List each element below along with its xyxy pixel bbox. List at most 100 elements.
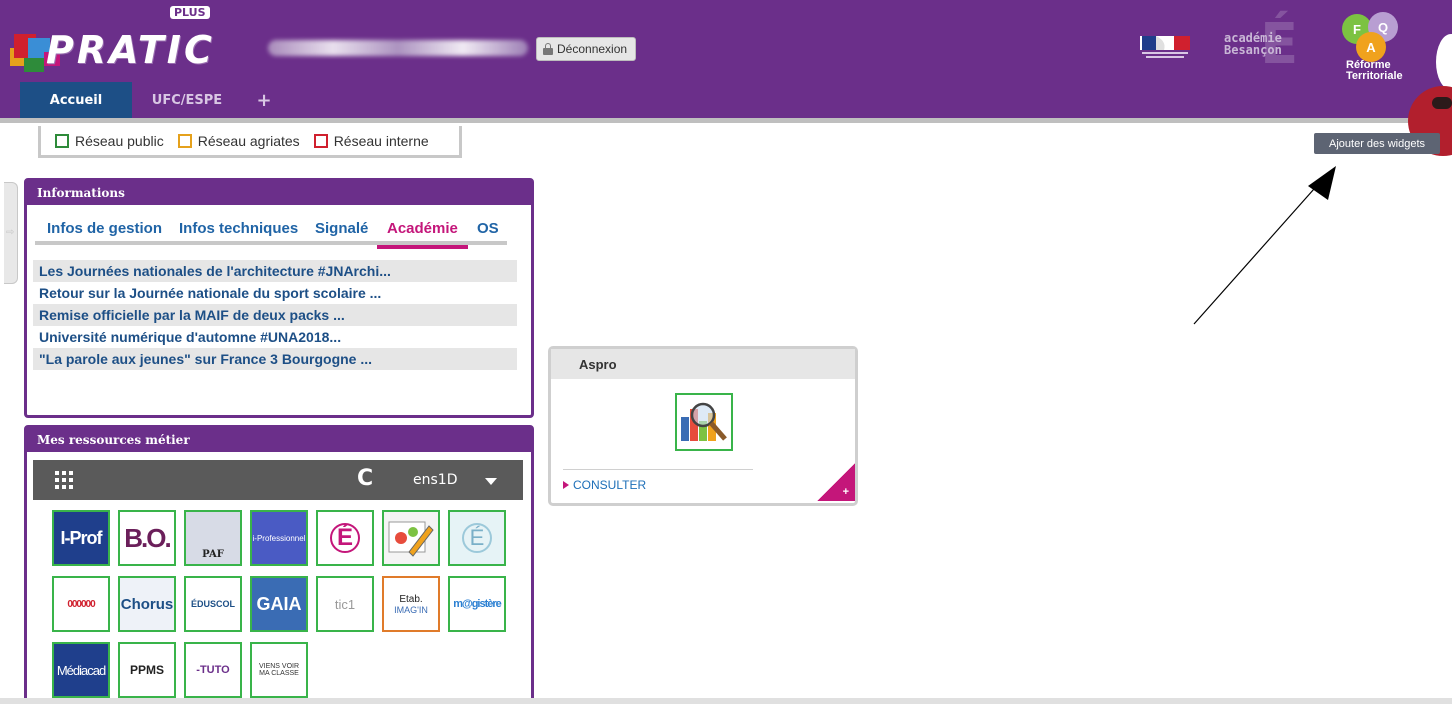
logout-label: Déconnexion	[557, 42, 628, 56]
profile-select[interactable]: ens1D	[413, 472, 457, 488]
legend-label: Réseau public	[75, 132, 164, 149]
legend-label: Réseau interne	[333, 132, 429, 149]
news-item[interactable]: Université numérique d'automne #UNA2018.…	[33, 326, 517, 348]
informations-title: Informations	[27, 181, 531, 205]
tile-bo[interactable]: B.O.	[118, 510, 176, 566]
chevron-down-icon[interactable]	[485, 478, 497, 485]
aspro-widget: Aspro CONSULTER +	[548, 346, 858, 506]
tile-label: É	[462, 523, 492, 553]
lock-icon	[543, 43, 553, 55]
tile-label: Médiacad	[56, 662, 106, 678]
header-divider	[0, 118, 1452, 123]
magnifier-icon	[681, 402, 727, 441]
tile-sublabel: IMAG'IN	[394, 604, 428, 615]
tab-ufc-espe-label: UFC/ESPE	[151, 92, 223, 108]
news-item[interactable]: Les Journées nationales de l'architectur…	[33, 260, 517, 282]
news-item[interactable]: Retour sur la Journée nationale du sport…	[33, 282, 517, 304]
tile-iprofessionnel[interactable]: i-Professionnel	[250, 510, 308, 566]
tab-accueil-label: Accueil	[49, 92, 103, 108]
ressources-title: Mes ressources métier	[27, 428, 531, 452]
tab-infos-gestion[interactable]: Infos de gestion	[47, 220, 162, 245]
side-panel-handle[interactable]: ⇨	[4, 182, 18, 284]
tile-paf[interactable]: PAF	[184, 510, 242, 566]
tile-label: B.O.	[124, 522, 171, 553]
academie-line2: Besançon	[1224, 43, 1282, 57]
informations-tabs: Infos de gestion Infos techniques Signal…	[35, 217, 507, 249]
tile-label: VIENS VOIR	[258, 663, 300, 670]
tile-viens-voir-ma-classe[interactable]: VIENS VOIR MA CLASSE	[250, 642, 308, 698]
reforme-territoriale-logo[interactable]: F Q A Réforme Territoriale	[1338, 12, 1412, 92]
legend-swatch	[313, 133, 328, 148]
legend-swatch	[55, 133, 69, 148]
grid-icon[interactable]	[55, 471, 73, 489]
logout-button[interactable]: Déconnexion	[536, 37, 637, 61]
tile-label: ÉDUSCOL	[190, 599, 235, 609]
legend-label: Réseau agriates	[197, 132, 300, 149]
tile-eduscol[interactable]: ÉDUSCOL	[184, 576, 242, 632]
tile-ppms[interactable]: PPMS	[118, 642, 176, 698]
tile-iprof[interactable]: I-Prof	[52, 510, 110, 566]
tile-label: m@gistère	[453, 598, 502, 610]
tile-label: Etab.	[399, 593, 423, 605]
tab-academie[interactable]: Académie	[377, 220, 468, 249]
tile-cip[interactable]: 000000	[52, 576, 110, 632]
tile-e-tuto[interactable]: -TUTO	[184, 642, 242, 698]
republique-francaise-logo	[1140, 36, 1190, 58]
legend-swatch	[177, 133, 192, 148]
annotation-arrow	[1193, 166, 1336, 325]
tile-etab-imagin[interactable]: Etab. IMAG'IN	[382, 576, 440, 632]
news-item[interactable]: "La parole aux jeunes" sur France 3 Bour…	[33, 348, 517, 370]
side-arrow-icon: ⇨	[6, 227, 15, 238]
aspro-app-tile[interactable]	[675, 393, 733, 451]
legend-item-public: Réseau public	[55, 133, 164, 149]
add-tab-label: +	[256, 89, 272, 111]
tile-education-nationale[interactable]: É	[316, 510, 374, 566]
tile-label: -TUTO	[196, 664, 230, 676]
tab-ufc-espe[interactable]: UFC/ESPE	[140, 82, 234, 118]
tile-label: É	[330, 523, 360, 553]
legend-item-interne: Réseau interne	[313, 132, 429, 149]
tab-accueil[interactable]: Accueil	[20, 82, 132, 118]
tile-mediacad[interactable]: Médiacad	[52, 642, 110, 698]
aspro-consult-link[interactable]: CONSULTER	[563, 469, 753, 492]
ressources-toolbar: C ens1D	[33, 460, 523, 500]
edge-badge-inner	[1432, 97, 1452, 109]
logo-badge: PLUS	[170, 6, 210, 19]
tile-sublabel: MA CLASSE	[259, 670, 299, 677]
network-legend: Réseau public Réseau agriates Réseau int…	[38, 126, 462, 158]
page-bottom-border	[0, 698, 1452, 704]
tile-magistere[interactable]: m@gistère	[448, 576, 506, 632]
tile-chorus[interactable]: Chorus	[118, 576, 176, 632]
tile-label: PPMS	[129, 663, 164, 677]
aspro-title: Aspro	[551, 349, 855, 379]
legend-item-agriates: Réseau agriates	[177, 132, 300, 149]
reforme-line2: Territoriale	[1346, 70, 1403, 82]
tile-label: Chorus	[120, 595, 174, 613]
logo-text: PRATIC	[46, 28, 215, 72]
tile-etic1[interactable]: tic1	[316, 576, 374, 632]
tile-label: I-Prof	[60, 527, 103, 548]
tile-label: i-Professionnel	[252, 533, 306, 543]
tab-os[interactable]: OS	[477, 220, 499, 245]
aspro-expand-button[interactable]: +	[817, 463, 855, 501]
tile-draw-app[interactable]	[382, 510, 440, 566]
play-icon	[563, 481, 569, 489]
pratic-logo[interactable]: PRATIC PLUS	[10, 4, 212, 80]
informations-panel: Informations Infos de gestion Infos tech…	[24, 178, 534, 418]
page: PRATIC PLUS Déconnexion Accueil UFC/ESPE…	[0, 0, 1452, 704]
tab-signale[interactable]: Signalé	[315, 220, 368, 245]
blurred-username	[268, 40, 528, 56]
aspro-link-label: CONSULTER	[573, 478, 647, 492]
add-tab-button[interactable]: +	[250, 82, 278, 118]
refresh-icon[interactable]: C	[357, 466, 373, 491]
tile-education-nationale-light[interactable]: É	[448, 510, 506, 566]
academie-besancon-logo: É académie Besançon	[1222, 12, 1308, 77]
tile-label: PAF	[202, 549, 224, 560]
tile-label: 000000	[67, 598, 95, 610]
tab-infos-techniques[interactable]: Infos techniques	[179, 220, 298, 245]
faq-a-bubble: A	[1356, 32, 1386, 62]
add-widgets-button[interactable]: Ajouter des widgets	[1314, 133, 1440, 154]
reforme-text: Réforme Territoriale	[1346, 60, 1403, 82]
news-item[interactable]: Remise officielle par la MAIF de deux pa…	[33, 304, 517, 326]
tile-gaia[interactable]: GAIA	[250, 576, 308, 632]
